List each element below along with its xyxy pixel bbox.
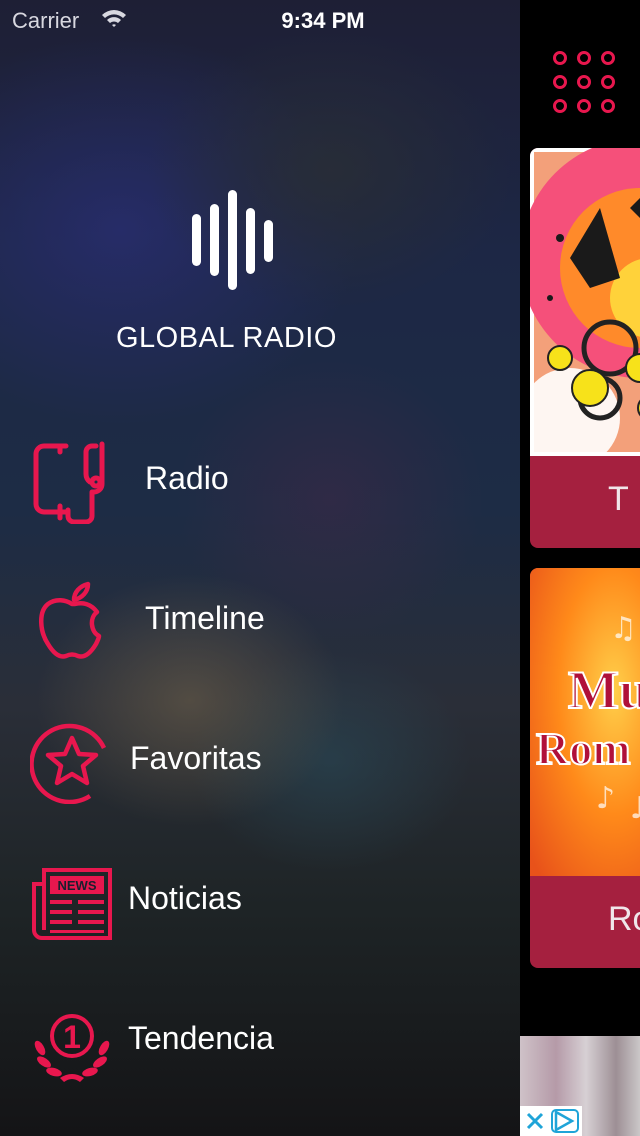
svg-text:♪: ♪ — [630, 791, 640, 826]
station-artwork — [530, 148, 640, 456]
svg-text:♪: ♪ — [596, 781, 615, 816]
ad-choices-badge[interactable] — [520, 1106, 582, 1136]
grid-menu-icon[interactable] — [548, 48, 618, 118]
menu-item-label: Timeline — [145, 600, 265, 636]
menu-item-label: Radio — [145, 460, 229, 496]
menu-item-timeline[interactable]: Timeline — [0, 562, 520, 672]
ad-banner[interactable] — [520, 1036, 640, 1136]
station-name: Ro — [608, 900, 640, 938]
app-logo: GLOBAL RADIO — [110, 190, 360, 354]
menu-item-radio[interactable]: Radio — [0, 422, 520, 532]
station-card[interactable]: ♫ ♪ ♪ Mu Rom Ro — [530, 568, 640, 968]
apple-icon — [39, 581, 102, 659]
news-label: NEWS — [58, 878, 97, 893]
app-name: GLOBAL RADIO — [116, 322, 337, 354]
laurel-number-one-icon: 1 — [34, 1014, 110, 1082]
menu-item-label: Noticias — [128, 880, 242, 916]
menu-item-tendencia[interactable]: 1 Tendencia — [0, 982, 520, 1092]
station-card[interactable]: T — [530, 148, 640, 548]
station-artwork: ♫ ♪ ♪ Mu Rom — [530, 568, 640, 876]
sound-wave-icon — [192, 190, 273, 290]
menu-item-label: Tendencia — [128, 1020, 274, 1056]
menu-item-favoritas[interactable]: Favoritas — [0, 702, 520, 812]
status-bar: Carrier 9:34 PM — [0, 0, 640, 40]
adchoices-icon — [554, 1109, 575, 1133]
artwork-title-line1: Mu — [568, 660, 640, 720]
status-time: 9:34 PM — [281, 8, 365, 33]
menu-item-noticias[interactable]: NEWS Noticias — [0, 842, 520, 952]
station-name: T — [608, 480, 629, 518]
station-caption: Ro — [530, 876, 640, 968]
close-icon — [526, 1112, 544, 1130]
station-caption: T — [530, 456, 640, 548]
main-content-peek: T ♫ ♪ ♪ Mu Rom R — [520, 0, 640, 1136]
star-circle-icon — [30, 723, 107, 804]
artwork-title-line2: Rom — [536, 723, 631, 774]
newspaper-icon: NEWS — [32, 868, 112, 940]
side-drawer: GLOBAL RADIO Radio Timeline Favoritas NE… — [0, 0, 520, 1136]
svg-text:♫: ♫ — [610, 611, 637, 646]
rank-number: 1 — [63, 1019, 81, 1055]
radio-phone-icon — [33, 441, 105, 524]
menu-item-label: Favoritas — [130, 740, 262, 776]
